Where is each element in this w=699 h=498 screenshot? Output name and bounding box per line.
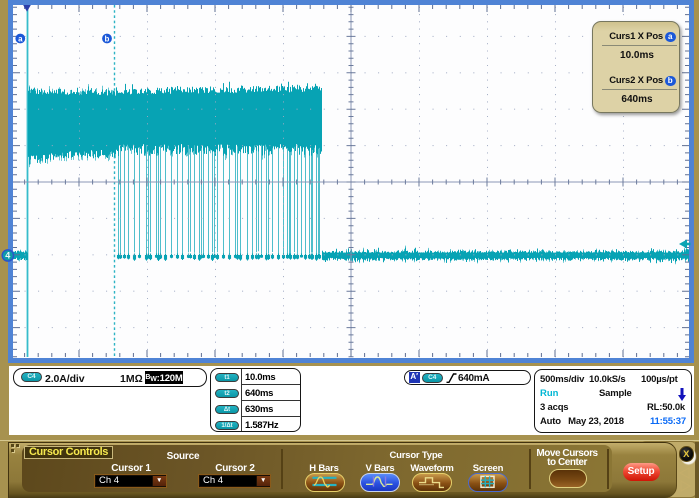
svg-text:4: 4: [5, 251, 10, 261]
svg-text:a: a: [18, 34, 23, 43]
svg-text:b: b: [105, 34, 110, 43]
